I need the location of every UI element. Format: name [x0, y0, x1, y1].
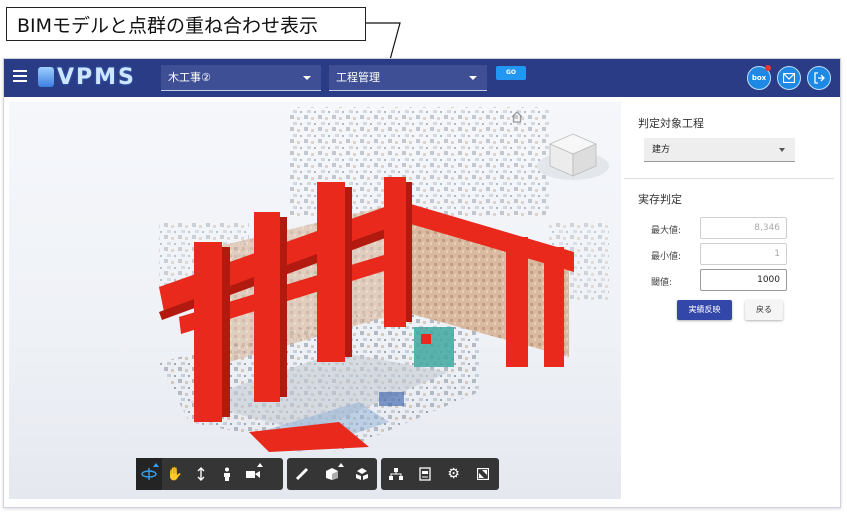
section-button[interactable]: [317, 458, 347, 490]
pointcloud-scene: [159, 107, 609, 452]
box-icon: box: [751, 74, 767, 82]
analysis-toolbar: [287, 458, 377, 490]
app-header: VPMS 木工事② 工程管理 GO box: [4, 59, 840, 97]
judgement-title: 実存判定: [638, 193, 682, 206]
settings-icon: ⚙: [447, 466, 460, 482]
properties-button[interactable]: [410, 458, 439, 490]
expand-indicator: [338, 463, 344, 467]
pan-button[interactable]: ✋: [162, 458, 188, 490]
chevron-down-icon: [303, 76, 311, 80]
threshold-label: 閾値:: [651, 278, 673, 288]
panel-divider: [624, 178, 834, 179]
app-logo: VPMS: [38, 64, 136, 90]
chevron-down-icon: [469, 76, 477, 80]
model-browser-button[interactable]: [381, 458, 410, 490]
model-browser-icon: [388, 468, 403, 480]
explode-button[interactable]: [347, 458, 377, 490]
logout-icon: [814, 72, 825, 84]
process-select[interactable]: 工程管理: [329, 65, 487, 91]
notification-dot: [765, 65, 771, 71]
zoom-button[interactable]: [188, 458, 214, 490]
first-person-icon: [224, 467, 230, 481]
app-window: VPMS 木工事② 工程管理 GO box ✋ ⚙ 判定対象工程 建方 実存判定…: [3, 58, 841, 508]
camera-icon: [246, 471, 260, 478]
properties-icon: [418, 467, 431, 481]
project-select[interactable]: 木工事②: [161, 65, 321, 91]
fullscreen-button[interactable]: [468, 458, 497, 490]
max-label: 最大値:: [651, 226, 682, 236]
logo-mark-icon: [38, 67, 54, 87]
max-value-field: 8,346: [700, 217, 787, 239]
navigation-toolbar: ✋: [136, 458, 283, 490]
chevron-down-icon: [779, 148, 785, 152]
logo-text: VPMS: [57, 64, 136, 90]
orbit-button[interactable]: [136, 458, 162, 490]
min-label: 最小値:: [651, 252, 682, 262]
viewcube[interactable]: [534, 124, 612, 188]
settings-button[interactable]: ⚙: [439, 458, 468, 490]
hamburger-menu-icon[interactable]: [13, 70, 27, 84]
box-button[interactable]: box: [747, 65, 771, 90]
fullscreen-icon: [476, 468, 489, 480]
mail-button[interactable]: [777, 66, 801, 90]
measure-icon: [295, 467, 309, 481]
logout-button[interactable]: [807, 66, 831, 90]
measure-button[interactable]: [287, 458, 317, 490]
go-button[interactable]: GO: [496, 66, 526, 80]
judgement-panel: 判定対象工程 建方 実存判定 最大値: 8,346 最小値: 1 閾値: 100…: [624, 102, 836, 499]
camera-button[interactable]: [240, 458, 266, 490]
expand-indicator: [153, 463, 159, 467]
pan-icon: ✋: [166, 466, 184, 482]
target-process-select[interactable]: 建方: [644, 138, 795, 162]
first-person-button[interactable]: [214, 458, 240, 490]
orbit-icon: [141, 468, 157, 480]
process-select-value: 工程管理: [336, 71, 380, 84]
mail-icon: [783, 73, 795, 83]
target-process-title: 判定対象工程: [638, 117, 704, 130]
project-select-value: 木工事②: [168, 71, 211, 84]
min-value-field: 1: [700, 243, 787, 265]
explode-icon: [356, 468, 368, 480]
settings-toolbar: ⚙: [381, 458, 499, 490]
threshold-input[interactable]: 1000: [700, 269, 787, 291]
model-viewer[interactable]: ✋ ⚙: [9, 102, 621, 499]
target-process-value: 建方: [652, 145, 671, 155]
zoom-icon: [197, 467, 205, 481]
back-button[interactable]: 戻る: [745, 300, 783, 320]
expand-indicator: [257, 463, 263, 467]
apply-results-button[interactable]: 実績反映: [677, 300, 732, 320]
section-icon: [326, 468, 338, 480]
home-icon[interactable]: [510, 110, 524, 124]
